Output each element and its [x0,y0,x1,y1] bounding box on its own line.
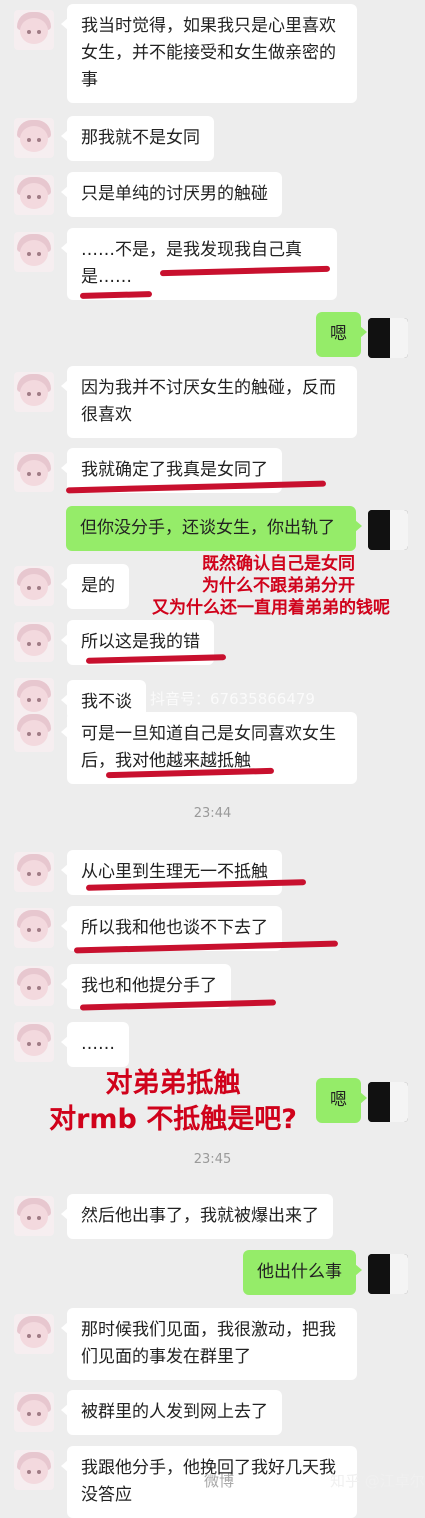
annotation-line: 为什么不跟弟弟分开 [202,576,355,596]
timestamp: 23:45 [193,1152,232,1167]
received-message[interactable]: 那时候我们见面，我很激动，把我们见面的事发在群里了 [61,1308,357,1380]
contact-avatar[interactable] [14,566,54,606]
contact-avatar[interactable] [14,118,54,158]
received-message[interactable]: 我当时觉得，如果我只是心里喜欢女生，并不能接受和女生做亲密的事 [61,4,357,103]
annotation-note: 既然确认自己是女同 为什么不跟弟弟分开 又为什么还一直用着弟弟的钱呢 [152,553,390,619]
contact-avatar[interactable] [14,712,54,752]
sent-message[interactable]: 嗯 [316,312,367,357]
sent-message[interactable]: 他出什么事 [243,1250,362,1295]
contact-avatar[interactable] [14,1314,54,1354]
received-message[interactable]: 因为我并不讨厌女生的触碰，反而很喜欢 [61,366,357,438]
sent-message[interactable]: 但你没分手，还谈女生，你出轨了 [66,506,362,551]
my-avatar[interactable] [368,318,408,358]
sent-message[interactable]: 嗯 [316,1078,367,1123]
contact-avatar[interactable] [14,908,54,948]
contact-avatar[interactable] [14,1392,54,1432]
received-message[interactable]: 是的 [61,564,129,609]
received-message[interactable]: ……不是，是我发现我自己真是…… [61,228,337,300]
contact-avatar[interactable] [14,966,54,1006]
timestamp: 23:44 [193,806,232,821]
contact-avatar[interactable] [14,232,54,272]
received-message[interactable]: 被群里的人发到网上去了 [61,1390,282,1435]
annotation-line: 又为什么还一直用着弟弟的钱呢 [152,598,390,618]
my-avatar[interactable] [368,1082,408,1122]
received-message[interactable]: …… [61,1022,129,1067]
received-message[interactable]: 只是单纯的讨厌男的触碰 [61,172,282,217]
contact-avatar[interactable] [14,175,54,215]
contact-avatar[interactable] [14,1450,54,1490]
received-message[interactable]: 那我就不是女同 [61,116,214,161]
my-avatar[interactable] [368,510,408,550]
received-message[interactable]: 然后他出事了，我就被爆出来了 [61,1194,333,1239]
my-avatar[interactable] [368,1254,408,1294]
weibo-watermark: 微博 [204,1472,235,1490]
contact-avatar[interactable] [14,10,54,50]
douyin-watermark: 抖音号：67635866479 [150,690,315,708]
contact-avatar[interactable] [14,622,54,662]
zhihu-watermark: 知乎 @江卓尔 [330,1472,425,1490]
annotation-line: 对rmb 不抵触是吧? [49,1104,297,1135]
contact-avatar[interactable] [14,852,54,892]
annotation-line: 既然确认自己是女同 [202,554,355,574]
contact-avatar[interactable] [14,372,54,412]
annotation-line: 对弟弟抵触 [105,1068,241,1099]
annotation-note: 对弟弟抵触 对rmb 不抵触是吧? [28,1066,318,1138]
contact-avatar[interactable] [14,1022,54,1062]
contact-avatar[interactable] [14,452,54,492]
contact-avatar[interactable] [14,1196,54,1236]
